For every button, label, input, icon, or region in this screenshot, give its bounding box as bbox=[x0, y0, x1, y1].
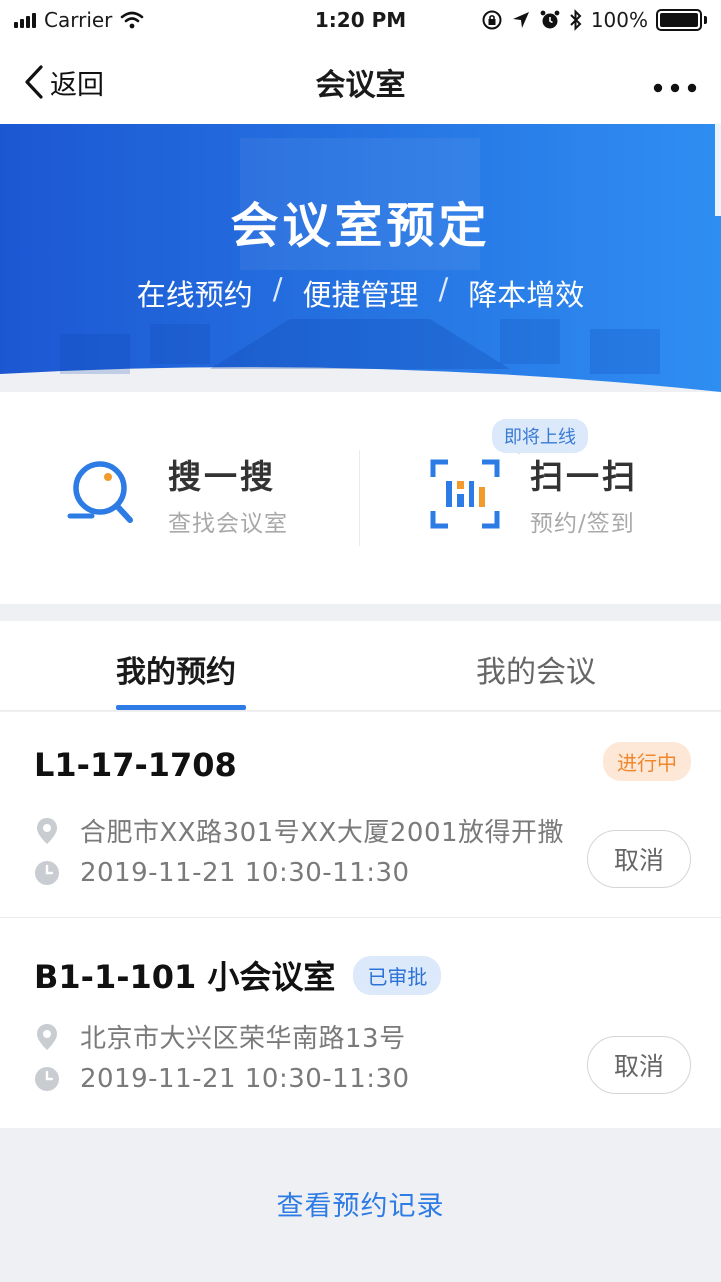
chevron-left-icon bbox=[25, 65, 43, 99]
active-tab-indicator bbox=[116, 705, 246, 710]
bluetooth-icon bbox=[570, 9, 582, 31]
footer: 查看预约记录 bbox=[0, 1128, 721, 1282]
banner-subtitle-part-1: 在线预约 bbox=[136, 278, 253, 312]
search-action-title: 搜一搜 bbox=[168, 457, 276, 496]
view-reservation-history-link[interactable]: 查看预约记录 bbox=[0, 1184, 721, 1223]
page-title: 会议室 bbox=[315, 68, 406, 103]
status-bar: Carrier 1:20 PM 100% bbox=[0, 0, 721, 40]
time-row: 2019-11-21 10:30-11:30 bbox=[34, 858, 410, 888]
more-menu-button[interactable] bbox=[653, 62, 697, 102]
clock-icon bbox=[34, 860, 60, 886]
more-dots-icon bbox=[653, 83, 697, 93]
wifi-icon bbox=[121, 11, 144, 29]
room-code: B1-1-101 小会议室 bbox=[34, 958, 336, 996]
signal-icon bbox=[14, 12, 36, 28]
orientation-lock-icon bbox=[482, 10, 502, 30]
tab-bar: 我的预约 我的会议 bbox=[0, 621, 721, 711]
cancel-button[interactable]: 取消 bbox=[587, 830, 691, 888]
room-code: L1-17-1708 bbox=[34, 746, 237, 784]
search-action[interactable]: 搜一搜 查找会议室 bbox=[66, 450, 288, 538]
banner-separator: / bbox=[272, 272, 283, 306]
scan-action[interactable]: 扫一扫 预约/签到 bbox=[430, 450, 638, 538]
reservation-card[interactable]: L1-17-1708 进行中 合肥市XX路301号XX大厦2001放得开撒 20… bbox=[0, 712, 721, 918]
address-row: 北京市大兴区荣华南路13号 bbox=[34, 1018, 406, 1055]
time-row: 2019-11-21 10:30-11:30 bbox=[34, 1064, 410, 1094]
reservation-card[interactable]: B1-1-101 小会议室 已审批 北京市大兴区荣华南路13号 2019-11-… bbox=[0, 918, 721, 1128]
location-icon bbox=[512, 12, 529, 28]
back-label: 返回 bbox=[50, 69, 104, 101]
time-text: 2019-11-21 10:30-11:30 bbox=[80, 1064, 410, 1094]
search-action-subtitle: 查找会议室 bbox=[168, 511, 288, 537]
battery-percent: 100% bbox=[590, 8, 648, 32]
status-badge: 进行中 bbox=[603, 742, 691, 781]
status-badge: 已审批 bbox=[353, 955, 442, 995]
tab-my-meetings[interactable]: 我的会议 bbox=[476, 647, 596, 691]
actions-divider bbox=[359, 450, 360, 546]
banner-separator: / bbox=[438, 272, 449, 306]
banner-subtitle-part-2: 便捷管理 bbox=[302, 278, 419, 312]
scan-action-title: 扫一扫 bbox=[530, 457, 638, 496]
hero-banner: 会议室预定 在线预约 / 便捷管理 / 降本增效 bbox=[0, 124, 721, 399]
scan-action-subtitle: 预约/签到 bbox=[530, 511, 635, 537]
address-text: 合肥市XX路301号XX大厦2001放得开撒 bbox=[80, 818, 565, 848]
address-text: 北京市大兴区荣华南路13号 bbox=[80, 1024, 406, 1054]
status-right: 100% bbox=[481, 8, 707, 32]
back-button[interactable]: 返回 bbox=[24, 63, 104, 102]
search-icon bbox=[67, 461, 133, 523]
location-pin-icon bbox=[34, 1023, 60, 1050]
clock-icon bbox=[34, 1066, 60, 1092]
battery-icon bbox=[656, 9, 707, 31]
quick-actions: 搜一搜 查找会议室 即将上线 扫一扫 预约/签到 bbox=[0, 392, 721, 604]
banner-subtitle: 在线预约 / 便捷管理 / 降本增效 bbox=[0, 272, 721, 314]
banner-title: 会议室预定 bbox=[230, 198, 491, 254]
status-left: Carrier bbox=[14, 8, 144, 32]
carrier-label: Carrier bbox=[44, 8, 113, 32]
coming-soon-badge: 即将上线 bbox=[492, 419, 588, 455]
reservation-list: L1-17-1708 进行中 合肥市XX路301号XX大厦2001放得开撒 20… bbox=[0, 712, 721, 1128]
alarm-icon bbox=[540, 10, 560, 29]
banner-background bbox=[0, 124, 721, 392]
address-row: 合肥市XX路301号XX大厦2001放得开撒 bbox=[34, 812, 564, 849]
room-name: B1-1-101 小会议室 已审批 bbox=[34, 952, 442, 998]
banner-subtitle-part-3: 降本增效 bbox=[468, 278, 585, 312]
time-text: 2019-11-21 10:30-11:30 bbox=[80, 858, 410, 888]
cancel-button[interactable]: 取消 bbox=[587, 1036, 691, 1094]
tab-my-reservations[interactable]: 我的预约 bbox=[116, 647, 236, 691]
scan-icon bbox=[430, 459, 500, 529]
nav-bar: 返回 会议室 bbox=[0, 40, 721, 124]
room-name: L1-17-1708 bbox=[34, 746, 237, 784]
location-pin-icon bbox=[34, 817, 60, 844]
